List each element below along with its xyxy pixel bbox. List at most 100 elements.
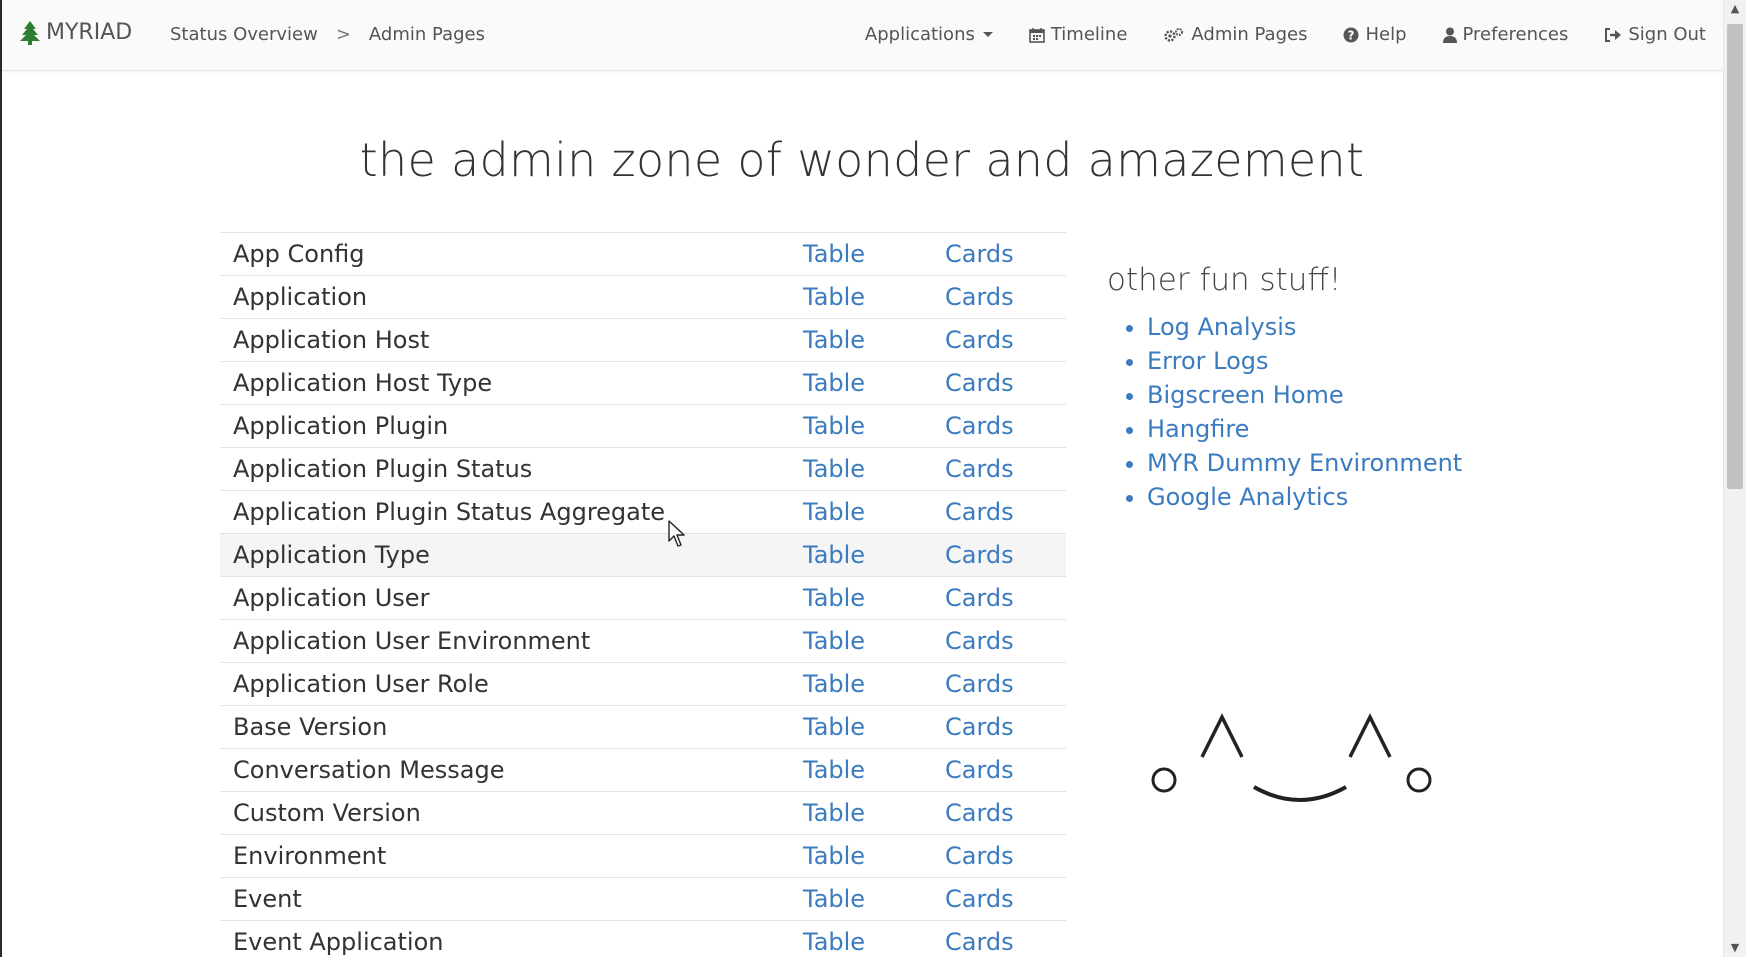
table-link[interactable]: Table	[803, 670, 945, 698]
cards-link[interactable]: Cards	[945, 584, 1014, 612]
entity-name: App Config	[233, 240, 365, 268]
table-link[interactable]: Table	[803, 713, 945, 741]
breadcrumb: Status Overview > Admin Pages	[170, 24, 485, 45]
fun-link[interactable]: Hangfire	[1147, 412, 1462, 446]
table-link[interactable]: Table	[803, 541, 945, 569]
fun-link[interactable]: Error Logs	[1147, 344, 1462, 378]
cards-link[interactable]: Cards	[945, 799, 1014, 827]
entity-name: Application Host	[233, 326, 430, 354]
entity-name: Application User Environment	[233, 627, 591, 655]
nav-admin-pages-label: Admin Pages	[1191, 24, 1308, 45]
table-row: Application Plugin Status Aggregate Table…	[220, 490, 1066, 533]
nav-timeline[interactable]: Timeline	[1029, 24, 1128, 45]
entity-name: Conversation Message	[233, 756, 505, 784]
cards-link[interactable]: Cards	[945, 541, 1014, 569]
admin-entities-table: App Config Table Cards Application Table Card…	[220, 232, 1066, 963]
table-link[interactable]: Table	[803, 627, 945, 655]
scroll-up-arrow-icon[interactable]: ▲	[1724, 0, 1746, 18]
table-link[interactable]: Table	[803, 928, 945, 956]
table-link[interactable]: Table	[803, 412, 945, 440]
nav-help[interactable]: ? Help	[1343, 24, 1407, 45]
entity-name: Application User Role	[233, 670, 489, 698]
cards-link[interactable]: Cards	[945, 283, 1014, 311]
table-row: Conversation Message Table Cards	[220, 748, 1066, 791]
nav-sign-out[interactable]: Sign Out	[1604, 24, 1706, 45]
entity-name: Base Version	[233, 713, 388, 741]
nav-preferences[interactable]: Preferences	[1442, 24, 1569, 45]
question-circle-icon: ?	[1343, 27, 1359, 42]
mouse-cursor-icon	[668, 520, 685, 547]
fun-link[interactable]: Google Analytics	[1147, 480, 1462, 514]
table-row: Application Host Table Cards	[220, 318, 1066, 361]
cards-link[interactable]: Cards	[945, 670, 1014, 698]
vertical-scrollbar[interactable]: ▲ ▼	[1723, 0, 1746, 957]
fun-links-list: Log AnalysisError LogsBigscreen HomeHang…	[1107, 310, 1462, 514]
entity-name: Application Type	[233, 541, 430, 569]
calendar-icon	[1029, 27, 1045, 43]
entity-name: Application Plugin Status Aggregate	[233, 498, 666, 526]
caret-down-icon	[982, 32, 993, 37]
cards-link[interactable]: Cards	[945, 326, 1014, 354]
top-navbar: MYRIAD Status Overview > Admin Pages App…	[2, 0, 1724, 71]
table-link[interactable]: Table	[803, 240, 945, 268]
user-icon	[1442, 27, 1457, 43]
entity-name: Custom Version	[233, 799, 421, 827]
table-row: Base Version Table Cards	[220, 705, 1066, 748]
cards-link[interactable]: Cards	[945, 412, 1014, 440]
table-link[interactable]: Table	[803, 498, 945, 526]
table-row: Application User Role Table Cards	[220, 662, 1066, 705]
nav-links: Applications Timeline Admin Pages ? Help…	[829, 24, 1706, 45]
other-fun-stuff-panel: other fun stuff! Log AnalysisError LogsB…	[1107, 262, 1462, 514]
entity-name: Application Plugin Status	[233, 455, 533, 483]
table-row: Application User Table Cards	[220, 576, 1066, 619]
nav-applications[interactable]: Applications	[865, 24, 993, 45]
table-row: Application Table Cards	[220, 275, 1066, 318]
table-link[interactable]: Table	[803, 799, 945, 827]
entity-name: Application Host Type	[233, 369, 493, 397]
scrollbar-thumb[interactable]	[1727, 24, 1743, 489]
nav-applications-label: Applications	[864, 24, 975, 45]
cards-link[interactable]: Cards	[945, 369, 1014, 397]
page-title: the admin zone of wonder and amazement	[359, 133, 1365, 187]
nav-admin-pages[interactable]: Admin Pages	[1163, 24, 1307, 45]
table-row: Application Plugin Table Cards	[220, 404, 1066, 447]
breadcrumb-status-overview[interactable]: Status Overview	[170, 24, 318, 45]
table-row: App Config Table Cards	[220, 232, 1066, 275]
brand-name: MYRIAD	[46, 20, 133, 45]
nav-sign-out-label: Sign Out	[1628, 24, 1706, 45]
scroll-down-arrow-icon[interactable]: ▼	[1724, 939, 1746, 957]
cards-link[interactable]: Cards	[945, 627, 1014, 655]
tree-icon	[20, 20, 40, 45]
cards-link[interactable]: Cards	[945, 713, 1014, 741]
table-row: Application Type Table Cards	[220, 533, 1066, 576]
brand-logo[interactable]: MYRIAD	[20, 20, 132, 45]
breadcrumb-separator: >	[335, 24, 351, 45]
table-link[interactable]: Table	[803, 885, 945, 913]
table-link[interactable]: Table	[803, 756, 945, 784]
cards-link[interactable]: Cards	[945, 756, 1014, 784]
cards-link[interactable]: Cards	[945, 240, 1014, 268]
fun-link[interactable]: Bigscreen Home	[1147, 378, 1462, 412]
cards-link[interactable]: Cards	[945, 455, 1014, 483]
svg-text:?: ?	[1348, 28, 1355, 42]
cards-link[interactable]: Cards	[945, 842, 1014, 870]
breadcrumb-admin-pages[interactable]: Admin Pages	[369, 24, 485, 45]
table-row: Application User Environment Table Cards	[220, 619, 1066, 662]
cards-link[interactable]: Cards	[945, 885, 1014, 913]
table-link[interactable]: Table	[803, 326, 945, 354]
table-link[interactable]: Table	[803, 842, 945, 870]
table-link[interactable]: Table	[803, 369, 945, 397]
entity-name: Event	[233, 885, 302, 913]
nav-timeline-label: Timeline	[1050, 24, 1128, 45]
table-link[interactable]: Table	[803, 584, 945, 612]
nav-help-label: Help	[1365, 24, 1407, 45]
cards-link[interactable]: Cards	[945, 498, 1014, 526]
table-link[interactable]: Table	[803, 455, 945, 483]
table-link[interactable]: Table	[803, 283, 945, 311]
cards-link[interactable]: Cards	[945, 928, 1014, 956]
fun-link[interactable]: Log Analysis	[1147, 310, 1462, 344]
nav-preferences-label: Preferences	[1462, 24, 1569, 45]
entity-name: Application Plugin	[233, 412, 449, 440]
entity-name: Application User	[233, 584, 430, 612]
fun-link[interactable]: MYR Dummy Environment	[1147, 446, 1462, 480]
